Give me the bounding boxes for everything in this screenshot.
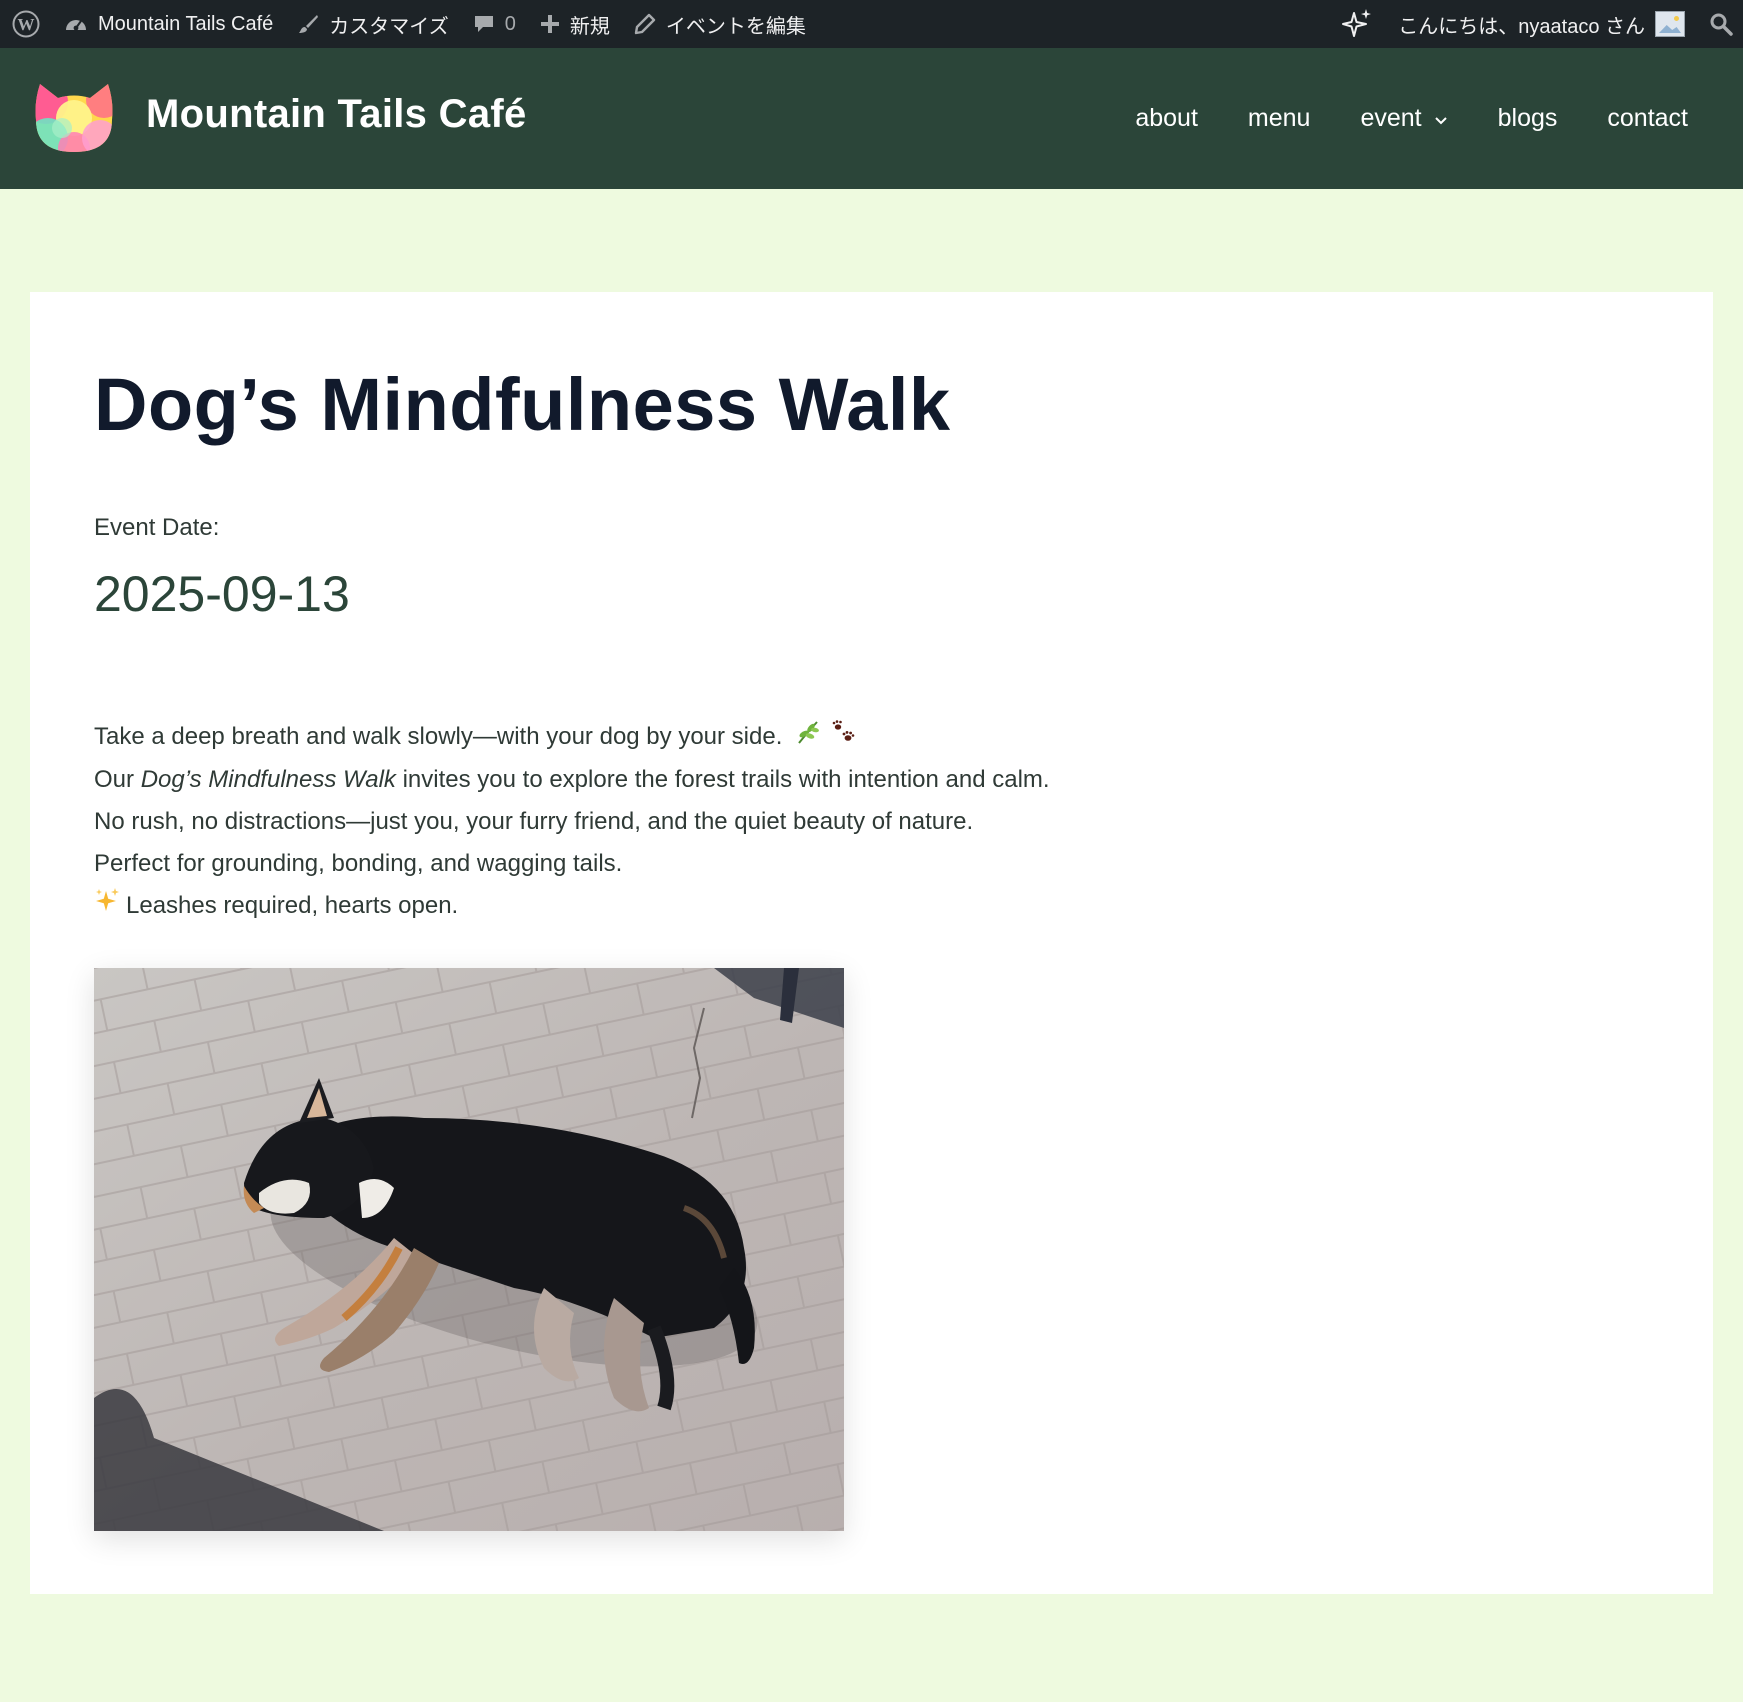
line-2-suffix: invites you to explore the forest trails… [395,765,1050,793]
comments-menu[interactable]: 0 [461,0,528,48]
paintbrush-icon [297,13,319,35]
edit-event-menu[interactable]: イベントを編集 [622,0,818,48]
sleeping-dog-photo [94,968,844,1531]
event-photo [94,968,844,1531]
event-date-value: 2025-09-13 [94,566,350,622]
my-account-menu[interactable]: こんにちは、nyaataco さん [1386,0,1697,48]
page-title: Dog’s Mindfulness Walk [94,363,951,446]
herb-icon [795,717,821,759]
admin-bar: W Mountain Tails Café カスタマイズ 0 新規 イベントを編… [0,0,1743,48]
paw-prints-icon [830,717,856,759]
chevron-down-icon [1434,104,1448,133]
plus-icon [540,14,560,34]
greeting-text: こんにちは、nyaataco さん [1398,15,1645,38]
site-title[interactable]: Mountain Tails Café [146,92,527,137]
description-line-5: Leashes required, hearts open. [94,885,1050,928]
new-content-menu[interactable]: 新規 [528,0,622,48]
description-line-1: Take a deep breath and walk slowly—with … [94,716,1050,759]
search-icon [1709,12,1733,36]
nav-item-menu[interactable]: menu [1223,89,1336,149]
nav-item-contact[interactable]: contact [1582,89,1743,149]
wordpress-menu[interactable]: W [0,0,52,48]
sparkles-icon [94,885,120,927]
customize-menu[interactable]: カスタマイズ [285,0,460,48]
wordpress-icon: W [12,10,40,38]
sparkle-icon [1340,7,1374,41]
comment-icon [473,13,495,35]
main-nav: about menu event blogs contact [1110,48,1743,189]
cat-logo-icon [35,84,113,152]
site-logo[interactable] [34,82,114,154]
nav-item-event[interactable]: event [1335,89,1472,149]
site-name-link[interactable]: Mountain Tails Café [98,13,273,36]
description-line-3: No rush, no distractions—just you, your … [94,807,974,835]
site-name-menu[interactable]: Mountain Tails Café [52,0,285,48]
event-date-label: Event Date: [94,514,220,541]
site-header: Mountain Tails Café about menu event blo… [0,48,1743,189]
description-line-2: Our Dog’s Mindfulness Walk invites you t… [94,759,1050,801]
description-line-1-text: Take a deep breath and walk slowly—with … [94,723,783,750]
event-article: Dog’s Mindfulness Walk Event Date: 2025-… [30,292,1713,1594]
customize-link[interactable]: カスタマイズ [329,10,448,39]
line-2-prefix: Our [94,765,141,793]
dashboard-icon [64,13,88,35]
new-content-link[interactable]: 新規 [570,10,610,39]
description-line-4: Perfect for grounding, bonding, and wagg… [94,849,623,877]
event-description: Take a deep breath and walk slowly—with … [94,716,1050,927]
nav-item-about[interactable]: about [1110,89,1223,149]
nav-item-event-label: event [1360,104,1422,132]
svg-text:W: W [18,15,35,34]
admin-search-button[interactable] [1697,0,1743,48]
nav-item-blogs[interactable]: blogs [1473,89,1583,149]
event-name-emphasis: Dog’s Mindfulness Walk [140,765,396,793]
description-line-5-text: Leashes required, hearts open. [126,891,459,919]
pencil-icon [634,13,656,35]
edit-event-link[interactable]: イベントを編集 [666,10,806,39]
ai-assistant-button[interactable] [1328,0,1386,48]
comments-count: 0 [504,12,516,35]
avatar [1655,11,1685,37]
